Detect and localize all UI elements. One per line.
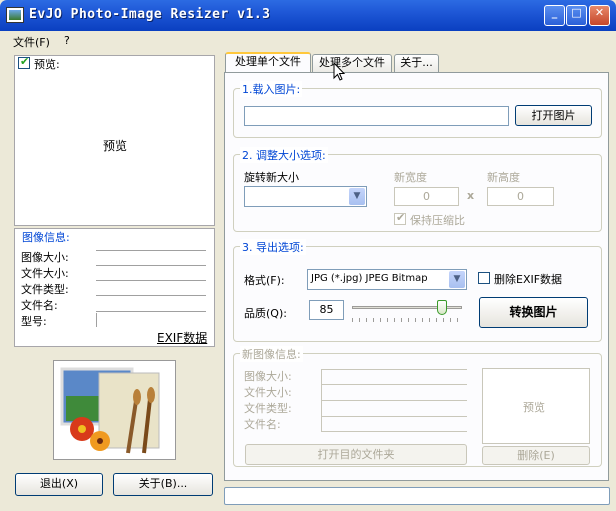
- format-label: 格式(F):: [244, 274, 285, 287]
- image-path-input[interactable]: [244, 106, 509, 126]
- format-select-value: JPG (*.jpg) JPEG Bitmap: [311, 273, 428, 284]
- new-info-line: [321, 369, 467, 370]
- new-height-label: 新高度: [487, 171, 520, 184]
- quality-label: 品质(Q):: [244, 307, 287, 320]
- open-image-button[interactable]: 打开图片: [515, 105, 592, 126]
- info-label-name: 文件名:: [21, 299, 58, 312]
- quality-slider[interactable]: [352, 300, 462, 325]
- maximize-button[interactable]: □: [566, 5, 587, 26]
- info-value-name: [96, 295, 206, 296]
- export-options-group: 3. 导出选项: 格式(F): JPG (*.jpg) JPEG Bitmap …: [233, 239, 602, 342]
- new-info-label-name: 文件名:: [244, 418, 281, 431]
- load-group-title: 1.载入图片:: [240, 81, 303, 97]
- exit-button[interactable]: 退出(X): [15, 473, 103, 496]
- info-label-size: 图像大小:: [21, 251, 69, 264]
- new-info-divider: [321, 369, 322, 431]
- info-label-model: 型号:: [21, 315, 47, 328]
- close-button[interactable]: ✕: [589, 5, 610, 26]
- quality-input[interactable]: 85: [309, 300, 344, 320]
- info-label-filesize: 文件大小:: [21, 267, 69, 280]
- menu-bar: 文件(F) ?: [4, 31, 612, 51]
- app-icon: [6, 7, 24, 23]
- keep-ratio-label: 保持压缩比: [410, 214, 465, 227]
- rotate-label: 旋转新大小: [244, 171, 299, 184]
- menu-help[interactable]: ?: [64, 34, 70, 47]
- format-select[interactable]: JPG (*.jpg) JPEG Bitmap ▼: [307, 269, 467, 290]
- open-folder-button[interactable]: 打开目的文件夹: [245, 444, 467, 465]
- slider-thumb[interactable]: [437, 300, 447, 315]
- title-bar[interactable]: EvJO Photo-Image Resizer v1.3 _ □ ✕: [0, 0, 616, 31]
- status-progress-bar: [224, 487, 610, 505]
- menu-file[interactable]: 文件(F): [13, 34, 50, 50]
- window-title: EvJO Photo-Image Resizer v1.3: [29, 7, 271, 22]
- slider-ticks: [352, 318, 462, 322]
- app-logo: [53, 360, 176, 460]
- about-button[interactable]: 关于(B)...: [113, 473, 213, 496]
- new-info-line: [321, 400, 467, 401]
- new-width-input[interactable]: 0: [394, 187, 459, 206]
- new-info-line: [321, 384, 467, 385]
- tab-pane: 1.载入图片: 打开图片 2. 调整大小选项: 旋转新大小 ▼ 新宽度 新高度 …: [224, 72, 609, 481]
- resize-options-group: 2. 调整大小选项: 旋转新大小 ▼ 新宽度 新高度 0 x 0 ✔ 保持压缩比: [233, 147, 602, 232]
- logo-illustration: [60, 367, 160, 454]
- chevron-down-icon[interactable]: ▼: [349, 188, 365, 205]
- image-info-panel: 图像信息: 图像大小: 文件大小: 文件类型: 文件名: 型号: EXIF数据: [14, 228, 215, 347]
- new-preview-box: 预览: [482, 368, 590, 444]
- remove-exif-checkbox[interactable]: [478, 272, 490, 284]
- image-info-title: 图像信息:: [20, 229, 72, 245]
- checkmark-icon: ✔: [396, 211, 406, 224]
- convert-button[interactable]: 转换图片: [479, 297, 588, 328]
- load-image-group: 1.载入图片: 打开图片: [233, 81, 602, 138]
- export-group-title: 3. 导出选项:: [240, 239, 306, 255]
- mouse-cursor-icon: [333, 62, 346, 81]
- new-width-label: 新宽度: [394, 171, 427, 184]
- info-value-type: [96, 280, 206, 281]
- preview-checkbox[interactable]: ✔: [18, 55, 30, 69]
- keep-ratio-checkbox[interactable]: ✔: [394, 211, 406, 225]
- info-label-type: 文件类型:: [21, 283, 69, 296]
- new-info-label-filesize: 文件大小:: [244, 386, 292, 399]
- new-info-line: [321, 431, 467, 432]
- minimize-button[interactable]: _: [544, 5, 565, 26]
- remove-exif-label: 删除EXIF数据: [494, 273, 563, 286]
- new-info-label-type: 文件类型:: [244, 402, 292, 415]
- info-value-size: [96, 250, 206, 251]
- new-height-input[interactable]: 0: [487, 187, 554, 206]
- new-info-label-size: 图像大小:: [244, 370, 292, 383]
- rotate-select[interactable]: ▼: [244, 186, 367, 207]
- info-value-model: [96, 311, 206, 312]
- delete-button[interactable]: 删除(E): [482, 446, 590, 465]
- chevron-down-icon[interactable]: ▼: [449, 271, 465, 288]
- exif-link[interactable]: EXIF数据: [157, 329, 207, 346]
- preview-placeholder: 预览: [103, 139, 128, 153]
- preview-checkbox-label: 预览:: [34, 58, 60, 71]
- preview-panel: ✔ 预览: 预览: [14, 55, 215, 226]
- info-divider: [96, 313, 97, 327]
- tab-multiple-files[interactable]: 处理多个文件: [312, 54, 392, 72]
- checkmark-icon: ✔: [20, 55, 30, 68]
- new-info-line: [321, 416, 467, 417]
- tab-single-file[interactable]: 处理单个文件: [225, 52, 311, 72]
- new-image-info-group: 新图像信息: 图像大小: 文件大小: 文件类型: 文件名: 预览 打开目的文件夹…: [233, 346, 602, 467]
- info-value-filesize: [96, 265, 206, 266]
- tab-about[interactable]: 关于...: [394, 54, 439, 72]
- new-info-title: 新图像信息:: [240, 346, 303, 362]
- new-preview-text: 预览: [523, 401, 545, 414]
- times-sign: x: [467, 189, 475, 202]
- resize-group-title: 2. 调整大小选项:: [240, 147, 328, 163]
